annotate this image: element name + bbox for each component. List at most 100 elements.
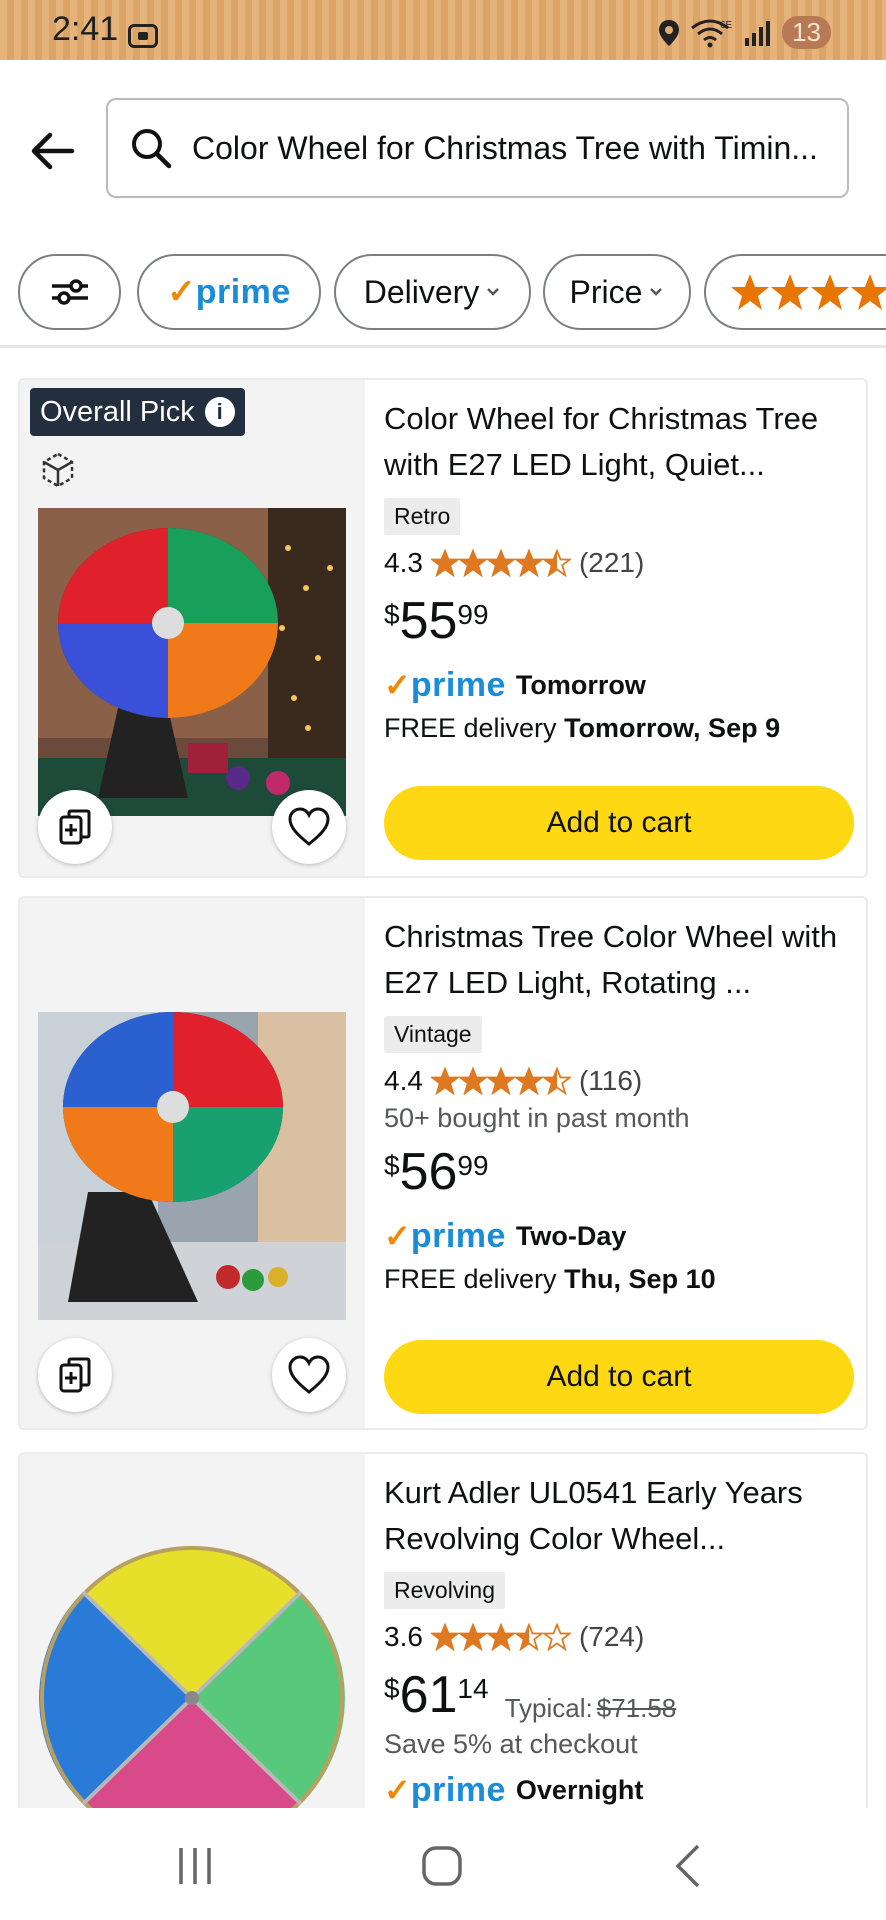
star-icon	[514, 549, 543, 577]
price: $ 61 14 Typical: $71.58	[384, 1665, 854, 1729]
compare-button[interactable]	[38, 1338, 112, 1412]
prime-delivery: ✓ prime Tomorrow	[384, 663, 854, 707]
prime-logo-text: prime	[410, 1770, 506, 1809]
prime-delivery-speed: Tomorrow	[515, 669, 646, 700]
compare-icon	[59, 1357, 91, 1393]
add-to-cart-button[interactable]: Add to cart	[384, 1340, 854, 1414]
star-icon	[430, 1067, 459, 1095]
overall-pick-badge[interactable]: Overall Pick i	[30, 388, 245, 436]
price-fraction: 14	[457, 1673, 489, 1704]
add-to-cart-button[interactable]: Add to cart	[384, 786, 854, 860]
product-image-panel	[20, 898, 365, 1428]
filter-prime-chip[interactable]: ✓ prime	[137, 254, 321, 330]
prime-logo-text: prime	[410, 665, 506, 704]
rating-row[interactable]: 4.4 (116)	[384, 1061, 854, 1101]
star-icon	[430, 1623, 459, 1651]
product-image[interactable]	[38, 508, 346, 816]
system-navigation-bar	[0, 1808, 886, 1920]
price-fraction: 99	[457, 599, 489, 630]
back-icon[interactable]	[660, 1838, 720, 1894]
product-image-panel: Overall Pick i	[20, 380, 365, 876]
product-image[interactable]	[38, 1522, 346, 1852]
compare-button[interactable]	[38, 790, 112, 864]
product-image[interactable]	[38, 1012, 346, 1320]
search-input[interactable]: Color Wheel for Christmas Tree with Timi…	[106, 98, 849, 198]
battery-indicator: 13	[782, 16, 831, 49]
free-delivery-text: FREE delivery Thu, Sep 10	[384, 1264, 854, 1295]
delivery-date: Thu, Sep 10	[564, 1264, 716, 1294]
price-symbol: $	[384, 1673, 400, 1704]
home-icon[interactable]	[412, 1838, 472, 1894]
star-icon	[458, 1067, 487, 1095]
free-delivery-text: FREE delivery Tomorrow, Sep 9	[384, 713, 854, 744]
signal-icon	[745, 20, 771, 46]
product-title[interactable]: Color Wheel for Christmas Tree with E27 …	[384, 396, 854, 488]
prime-check-icon: ✓	[167, 273, 196, 311]
prime-delivery: ✓ prime Overnight	[384, 1768, 854, 1812]
style-badge: Revolving	[384, 1572, 505, 1609]
overall-pick-label: Overall Pick	[40, 395, 195, 428]
product-card[interactable]: Overall Pick i Color Wheel for Christmas…	[18, 378, 868, 878]
recent-apps-icon[interactable]	[165, 1838, 225, 1894]
sliders-icon	[51, 279, 88, 305]
location-icon	[659, 19, 680, 46]
prime-check-icon: ✓	[384, 667, 411, 703]
info-icon: i	[204, 397, 235, 427]
product-image-panel	[20, 1454, 365, 1850]
price-whole: 56	[399, 1143, 458, 1201]
price-fraction: 99	[457, 1150, 489, 1181]
review-count: (116)	[578, 1065, 643, 1096]
product-details: Christmas Tree Color Wheel with E27 LED …	[384, 898, 854, 1414]
star-icon	[542, 1067, 571, 1095]
star-rating-icon	[430, 1067, 571, 1095]
wishlist-button[interactable]	[272, 790, 346, 864]
price-symbol: $	[384, 1150, 400, 1181]
rating-value: 3.6	[384, 1621, 423, 1652]
product-card[interactable]: Christmas Tree Color Wheel with E27 LED …	[18, 896, 868, 1430]
review-count: (724)	[578, 1621, 645, 1652]
typical-price-value: $71.58	[596, 1693, 677, 1723]
view-in-3d-icon[interactable]	[38, 450, 78, 490]
prime-logo-text: prime	[195, 272, 291, 311]
product-details: Color Wheel for Christmas Tree with E27 …	[384, 380, 854, 860]
star-icon	[514, 1067, 543, 1095]
product-card[interactable]: Kurt Adler UL0541 Early Years Revolving …	[18, 1452, 868, 1852]
filter-rating-chip[interactable]	[704, 254, 886, 330]
rating-value: 4.3	[384, 547, 423, 578]
filter-settings-button[interactable]	[18, 254, 121, 330]
filter-delivery-chip[interactable]: Delivery	[334, 254, 531, 330]
chevron-down-icon	[487, 288, 500, 296]
heart-icon	[288, 807, 330, 846]
price-whole: 55	[399, 592, 458, 650]
price: $ 55 99	[384, 591, 854, 655]
price: $ 56 99	[384, 1142, 854, 1206]
prime-delivery-speed: Two-Day	[515, 1220, 627, 1251]
product-title[interactable]: Kurt Adler UL0541 Early Years Revolving …	[384, 1470, 854, 1562]
status-time: 2:41	[52, 10, 119, 48]
star-icon	[542, 1623, 571, 1651]
filter-bar: ✓ prime Delivery Price	[0, 254, 886, 332]
rating-row[interactable]: 3.6 (724)	[384, 1617, 854, 1657]
star-icon	[486, 1623, 515, 1651]
filter-price-chip[interactable]: Price	[543, 254, 691, 330]
compare-icon	[59, 809, 91, 845]
filter-price-label: Price	[569, 273, 643, 310]
product-title[interactable]: Christmas Tree Color Wheel with E27 LED …	[384, 914, 854, 1006]
rating-row[interactable]: 4.3 (221)	[384, 543, 854, 583]
filter-delivery-label: Delivery	[363, 273, 480, 310]
status-icons: 6E 13	[658, 16, 831, 49]
color-wheel-graphic	[63, 1012, 283, 1202]
free-delivery-label: FREE delivery	[384, 713, 557, 743]
back-arrow-icon[interactable]	[28, 126, 78, 176]
prime-delivery-speed: Overnight	[515, 1774, 644, 1805]
star-icon	[542, 549, 571, 577]
star-icon	[458, 1623, 487, 1651]
wishlist-button[interactable]	[272, 1338, 346, 1412]
price-whole: 61	[399, 1666, 458, 1724]
prime-check-icon: ✓	[384, 1772, 411, 1808]
star-icon	[514, 1623, 543, 1651]
price-symbol: $	[384, 599, 400, 630]
star-rating-icon	[430, 1623, 571, 1651]
star-icon	[486, 1067, 515, 1095]
review-count: (221)	[578, 547, 645, 578]
